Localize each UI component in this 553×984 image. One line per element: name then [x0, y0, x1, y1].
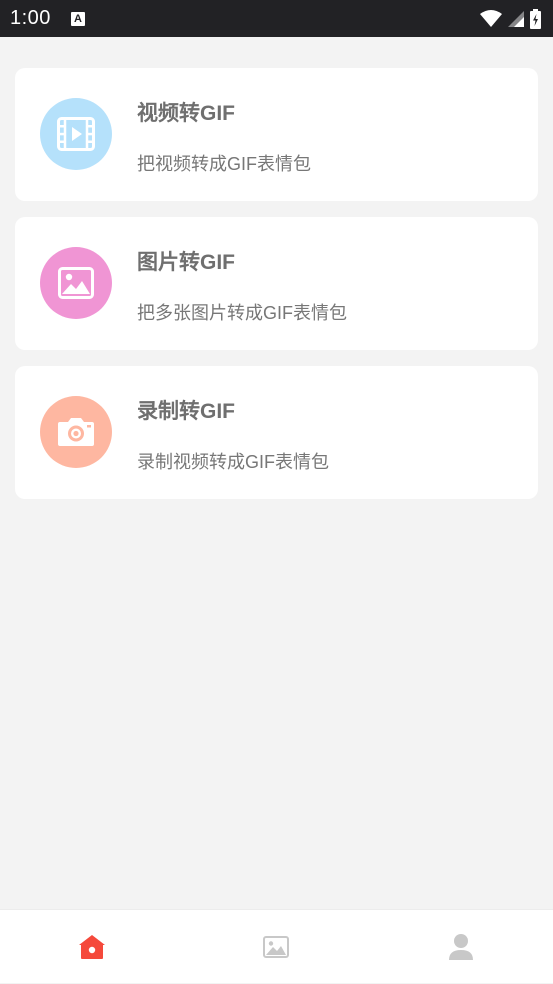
card-subtitle: 录制视频转成GIF表情包 — [137, 452, 329, 472]
image-icon — [58, 267, 94, 299]
card-subtitle: 把视频转成GIF表情包 — [137, 154, 311, 174]
a-letter-icon: A — [70, 11, 85, 26]
camera-icon — [58, 418, 94, 446]
tab-gallery[interactable] — [184, 910, 368, 984]
film-icon — [57, 117, 95, 151]
status-time: 1:00 — [10, 7, 51, 29]
tab-profile[interactable] — [369, 910, 553, 984]
tab-home[interactable] — [0, 910, 184, 984]
home-icon — [79, 934, 106, 959]
bottom-tab-bar — [0, 909, 553, 983]
battery-charging-icon — [530, 8, 541, 29]
image-icon-circle — [40, 247, 112, 319]
card-subtitle: 把多张图片转成GIF表情包 — [137, 303, 347, 323]
wifi-icon — [480, 9, 502, 27]
user-icon — [448, 933, 473, 960]
card-title: 录制转GIF — [137, 400, 235, 423]
card-title: 图片转GIF — [137, 251, 235, 274]
status-bar: 1:00 A — [0, 0, 553, 37]
card-images-to-gif[interactable]: 图片转GIF 把多张图片转成GIF表情包 — [15, 217, 538, 350]
card-title: 视频转GIF — [137, 102, 235, 125]
card-record-to-gif[interactable]: 录制转GIF 录制视频转成GIF表情包 — [15, 366, 538, 499]
film-icon-circle — [40, 98, 112, 170]
gallery-icon — [263, 935, 290, 958]
signal-icon — [508, 10, 524, 27]
main-content: 视频转GIF 把视频转成GIF表情包 图片转GIF 把多张图片转成GIF表情包 … — [0, 37, 553, 909]
camera-icon-circle — [40, 396, 112, 468]
card-video-to-gif[interactable]: 视频转GIF 把视频转成GIF表情包 — [15, 68, 538, 201]
